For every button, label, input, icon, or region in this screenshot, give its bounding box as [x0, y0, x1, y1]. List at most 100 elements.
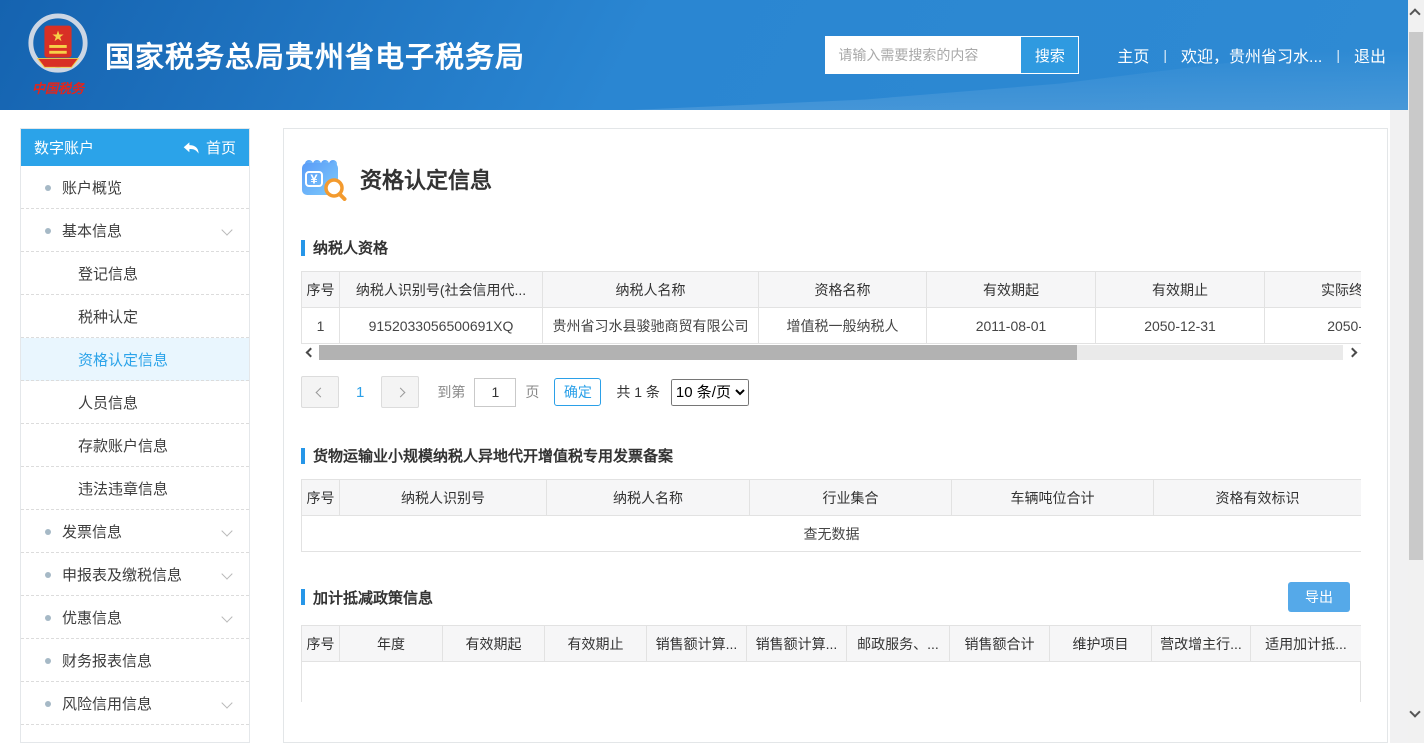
column-header: 销售额计算... [647, 626, 747, 662]
table-cell: 2011-08-01 [927, 308, 1096, 344]
no-data-message: 查无数据 [302, 516, 1362, 552]
taxpayer-qualification-table-viewport: 序号 纳税人识别号(社会信用代... 纳税人名称 资格名称 有效期起 有效期止 … [301, 271, 1361, 344]
qualification-page-icon: ¥ [301, 157, 347, 201]
sidebar-item-account-overview[interactable]: 账户概览 [21, 166, 249, 209]
page-title: 资格认定信息 [360, 163, 492, 195]
taxpayer-qualification-table: 序号 纳税人识别号(社会信用代... 纳税人名称 资格名称 有效期起 有效期止 … [301, 271, 1361, 344]
column-header: 纳税人识别号(社会信用代... [340, 272, 543, 308]
section-bar [301, 589, 305, 605]
column-header: 有效期起 [927, 272, 1096, 308]
table-header-row: 序号 年度 有效期起 有效期止 销售额计算... 销售额计算... 邮政服务、.… [302, 626, 1362, 662]
chevron-right-icon [395, 387, 405, 397]
sidebar-item-preferential-info[interactable]: 优惠信息 [21, 596, 249, 639]
column-header: 销售额计算... [747, 626, 847, 662]
total-count-label: 共 1 条 [616, 382, 660, 402]
sidebar-item-invoice-info[interactable]: 发票信息 [21, 510, 249, 553]
pagination: 1 到第 页 确定 共 1 条 10 条/页 [301, 376, 1366, 408]
search-button[interactable]: 搜索 [1020, 37, 1078, 73]
column-header: 行业集合 [750, 480, 952, 516]
table-horizontal-scrollbar [301, 345, 1361, 360]
sidebar-title: 数字账户 [34, 137, 94, 158]
page: ★ 中国税务 国家税务总局贵州省电子税务局 搜索 主页 | 欢迎，贵州省习水..… [0, 0, 1408, 743]
next-page-button[interactable] [381, 376, 419, 408]
nav-welcome-link[interactable]: 欢迎，贵州省习水... [1181, 43, 1322, 67]
chevron-down-icon [221, 611, 232, 622]
additional-deduction-table-empty-area [301, 662, 1361, 702]
column-header: 序号 [302, 272, 340, 308]
column-header: 纳税人名称 [543, 272, 759, 308]
header-nav: 主页 | 欢迎，贵州省习水... | 退出 [1117, 43, 1386, 67]
sidebar-item-personnel-info[interactable]: 人员信息 [21, 381, 249, 424]
column-header: 维护项目 [1050, 626, 1152, 662]
browser-scrollbar[interactable] [1408, 0, 1424, 743]
sidebar-item-risk-credit-info[interactable]: 风险信用信息 [21, 682, 249, 725]
table-cell: 2050-1 [1265, 308, 1362, 344]
table-cell: 增值税一般纳税人 [759, 308, 927, 344]
table-header-row: 序号 纳税人识别号(社会信用代... 纳税人名称 资格名称 有效期起 有效期止 … [302, 272, 1362, 308]
chevron-down-icon [221, 697, 232, 708]
current-page-number[interactable]: 1 [356, 384, 364, 401]
scrollbar-thumb[interactable] [319, 345, 1077, 360]
section-bar [301, 448, 305, 464]
sidebar-item-qualification-info[interactable]: 资格认定信息 [21, 338, 249, 381]
sidebar-item-tax-type[interactable]: 税种认定 [21, 295, 249, 338]
sidebar-item-financial-report-info[interactable]: 财务报表信息 [21, 639, 249, 682]
additional-deduction-table-viewport: 序号 年度 有效期起 有效期止 销售额计算... 销售额计算... 邮政服务、.… [301, 625, 1361, 662]
column-header: 邮政服务、... [847, 626, 950, 662]
table-cell: 1 [302, 308, 340, 344]
column-header: 年度 [340, 626, 443, 662]
sidebar-item-basic-info[interactable]: 基本信息 [21, 209, 249, 252]
column-header: 有效期止 [545, 626, 647, 662]
search-input[interactable] [826, 37, 1020, 73]
nav-home-link[interactable]: 主页 [1117, 43, 1149, 67]
column-header: 销售额合计 [950, 626, 1050, 662]
scroll-down-arrow-icon[interactable] [1409, 706, 1420, 717]
sidebar-item-violation-info[interactable]: 违法违章信息 [21, 467, 249, 510]
page-number-input[interactable] [474, 378, 516, 407]
svg-text:★: ★ [51, 29, 64, 45]
column-header: 营改增主行... [1152, 626, 1251, 662]
goto-page-label: 到第 [437, 382, 465, 402]
column-header: 车辆吨位合计 [952, 480, 1154, 516]
top-header: ★ 中国税务 国家税务总局贵州省电子税务局 搜索 主页 | 欢迎，贵州省习水..… [0, 0, 1408, 110]
header-search: 搜索 [825, 36, 1079, 74]
scroll-left-button[interactable] [301, 345, 319, 360]
section-taxpayer-qualification-header: 纳税人资格 [301, 237, 1366, 258]
main-panel: ¥ 资格认定信息 纳税人资格 序号 [283, 128, 1388, 743]
column-header: 有效期起 [443, 626, 545, 662]
prev-page-button[interactable] [301, 376, 339, 408]
content-right-gutter [1390, 110, 1408, 743]
column-header: 实际终止 [1265, 272, 1362, 308]
chevron-left-icon [305, 348, 315, 358]
sidebar-item-deposit-account-info[interactable]: 存款账户信息 [21, 424, 249, 467]
column-header: 纳税人识别号 [340, 480, 547, 516]
content-row: 数字账户 首页 账户概览 基本信息 登记信息 税种认定 [0, 110, 1408, 743]
nav-separator: | [1163, 47, 1167, 63]
sidebar-item-declaration-tax-info[interactable]: 申报表及缴税信息 [21, 553, 249, 596]
page-size-select[interactable]: 10 条/页 [671, 379, 749, 406]
export-button[interactable]: 导出 [1288, 582, 1350, 612]
column-header: 有效期止 [1096, 272, 1265, 308]
table-row: 1 9152033056500691XQ 贵州省习水县骏驰商贸有限公司 增值税一… [302, 308, 1362, 344]
confirm-page-button[interactable]: 确定 [554, 378, 601, 406]
sidebar-home-link[interactable]: 首页 [183, 137, 236, 158]
chevron-down-icon [221, 525, 232, 536]
sidebar-header: 数字账户 首页 [21, 129, 249, 166]
nav-logout-link[interactable]: 退出 [1354, 43, 1386, 67]
site-title: 国家税务总局贵州省电子税务局 [105, 34, 525, 76]
scroll-up-arrow-icon[interactable] [1409, 8, 1420, 19]
table-empty-row: 查无数据 [302, 516, 1362, 552]
sidebar-menu: 账户概览 基本信息 登记信息 税种认定 资格认定信息 人员信息 存款账户信息 违… [21, 166, 249, 725]
browser-scrollbar-thumb[interactable] [1409, 32, 1423, 560]
section-bar [301, 240, 305, 256]
section-freight-transport-header: 货物运输业小规模纳税人异地代开增值税专用发票备案 [301, 445, 1366, 466]
additional-deduction-table: 序号 年度 有效期起 有效期止 销售额计算... 销售额计算... 邮政服务、.… [301, 625, 1361, 662]
scroll-right-button[interactable] [1343, 345, 1361, 360]
logo: ★ 中国税务 [25, 13, 91, 97]
freight-transport-table-viewport: 序号 纳税人识别号 纳税人名称 行业集合 车辆吨位合计 资格有效标识 查无数据 [301, 479, 1361, 552]
sidebar-item-registration-info[interactable]: 登记信息 [21, 252, 249, 295]
scrollbar-track[interactable] [319, 345, 1343, 360]
column-header: 资格名称 [759, 272, 927, 308]
svg-text:¥: ¥ [310, 172, 318, 187]
sidebar: 数字账户 首页 账户概览 基本信息 登记信息 税种认定 [20, 128, 250, 743]
